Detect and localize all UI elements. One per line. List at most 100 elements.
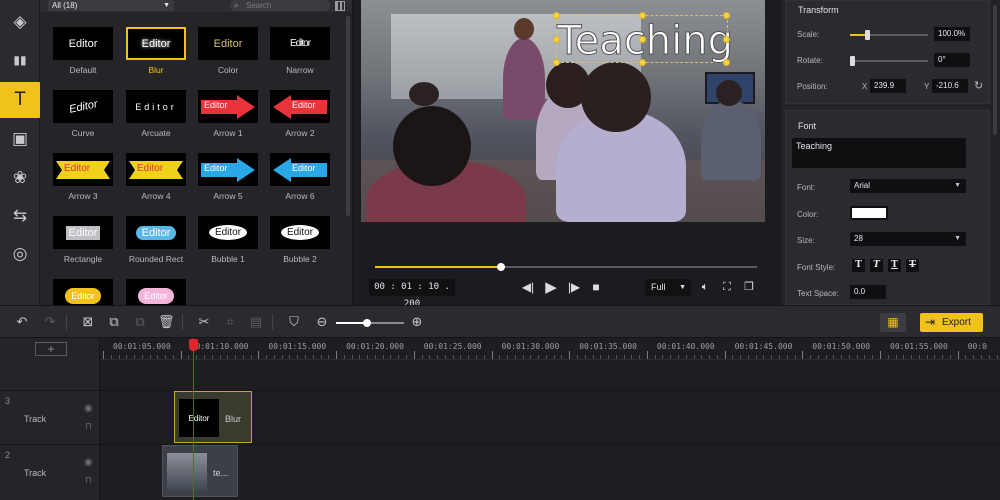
- template-rounded-rect[interactable]: Editor Rounded Rect: [126, 216, 198, 264]
- template-arrow-2[interactable]: Editor Arrow 2: [270, 90, 342, 138]
- crop-icon[interactable]: ⌗: [222, 314, 238, 330]
- italic-button[interactable]: T: [870, 259, 883, 272]
- timeline-zoom-knob[interactable]: [363, 319, 372, 327]
- time-ruler[interactable]: 00:01:05.000 00:01:10.000 00:01:15.000 00:0…: [101, 338, 1000, 360]
- video-preview[interactable]: Teaching: [361, 0, 765, 222]
- resize-handle[interactable]: [553, 36, 560, 43]
- template-arrow-5[interactable]: Editor Arrow 5: [198, 153, 270, 201]
- position-y-input[interactable]: -210.6: [932, 79, 968, 93]
- split-scissors-icon[interactable]: ✂: [196, 314, 212, 330]
- text-space-input[interactable]: 0.0: [850, 285, 886, 299]
- underline-button[interactable]: T: [888, 259, 901, 272]
- paste-icon[interactable]: ⧉: [132, 314, 148, 330]
- freeze-frame-icon[interactable]: ▤: [248, 314, 264, 330]
- eye-icon[interactable]: ◉: [84, 457, 93, 468]
- template-default[interactable]: Editor Default: [53, 27, 125, 75]
- redo-icon[interactable]: ↷: [42, 314, 58, 330]
- template-sample-text: Editor: [65, 287, 101, 304]
- search-input[interactable]: ⌕ Search: [230, 0, 330, 11]
- template-blur[interactable]: Editor Blur: [126, 27, 198, 75]
- add-track-button[interactable]: +: [35, 342, 67, 356]
- template-rectangle[interactable]: Editor Rectangle: [53, 216, 125, 264]
- resize-handle[interactable]: [553, 59, 560, 66]
- template-bubble-2[interactable]: Editor Bubble 2: [270, 216, 342, 264]
- template-narrow[interactable]: Editor Narrow: [270, 27, 342, 75]
- lock-icon[interactable]: ⊓: [85, 475, 92, 486]
- resize-handle[interactable]: [553, 12, 560, 19]
- zoom-out-icon[interactable]: ⊖: [314, 314, 330, 330]
- template-arcuate[interactable]: Editor Arcuate: [126, 90, 198, 138]
- playhead[interactable]: [193, 338, 194, 500]
- prev-frame-icon[interactable]: ◀|: [521, 279, 535, 296]
- undo-icon[interactable]: ↶: [14, 314, 30, 330]
- text-overlay-selection[interactable]: Teaching: [553, 12, 733, 66]
- snapshot-settings-icon[interactable]: ▦: [880, 313, 906, 332]
- font-family-select[interactable]: Arial ▼: [850, 179, 966, 193]
- template-arrow-3[interactable]: Editor Arrow 3: [53, 153, 125, 201]
- template-cloud-2[interactable]: Editor: [126, 279, 198, 305]
- seek-bar[interactable]: [375, 263, 757, 271]
- stop-icon[interactable]: ■: [589, 279, 603, 296]
- preview-zoom-select[interactable]: Full ▼: [645, 279, 691, 296]
- zoom-in-icon[interactable]: ⊕: [409, 314, 425, 330]
- resize-handle[interactable]: [723, 12, 730, 19]
- timeline-zoom-slider[interactable]: [336, 319, 404, 327]
- seek-knob[interactable]: [497, 263, 506, 271]
- template-color[interactable]: Editor Color: [198, 27, 270, 75]
- font-size-select[interactable]: 28 ▼: [850, 232, 966, 246]
- reset-position-icon[interactable]: ↻: [974, 79, 983, 92]
- template-arrow-1[interactable]: Editor Arrow 1: [198, 90, 270, 138]
- media-icon[interactable]: ◈: [0, 4, 40, 40]
- text-clip[interactable]: Editor Blur: [174, 391, 252, 443]
- export-button[interactable]: ⇥ Export: [920, 313, 983, 332]
- text-content-input[interactable]: Teaching: [792, 138, 966, 168]
- template-arrow-6[interactable]: Editor Arrow 6: [270, 153, 342, 201]
- snapshot-icon[interactable]: ❐: [741, 279, 757, 296]
- eye-icon[interactable]: ◉: [84, 403, 93, 414]
- resize-handle[interactable]: [723, 36, 730, 43]
- marker-icon[interactable]: ⛉: [286, 314, 302, 330]
- text-icon[interactable]: T: [0, 82, 40, 118]
- volume-icon[interactable]: 🔈︎: [697, 279, 713, 296]
- scale-slider[interactable]: [850, 30, 928, 40]
- template-sample-text: Editor: [138, 287, 174, 304]
- delete-clip-icon[interactable]: ⊠: [80, 314, 96, 330]
- video-clip[interactable]: te...: [162, 445, 238, 497]
- sticker-icon[interactable]: ◎: [0, 236, 40, 272]
- template-bubble-1[interactable]: Editor Bubble 1: [198, 216, 270, 264]
- audio-icon[interactable]: ▮▮: [0, 42, 40, 78]
- template-curve[interactable]: Editor Curve: [53, 90, 125, 138]
- library-scrollbar[interactable]: [346, 16, 350, 216]
- next-frame-icon[interactable]: |▶: [567, 279, 581, 296]
- effects-icon[interactable]: ⇆: [0, 198, 40, 234]
- scale-slider-knob[interactable]: [865, 30, 871, 40]
- template-arrow-4[interactable]: Editor Arrow 4: [126, 153, 198, 201]
- rotate-handle[interactable]: [639, 36, 646, 43]
- filter-icon[interactable]: ❀: [0, 160, 40, 196]
- resize-handle[interactable]: [723, 59, 730, 66]
- trash-icon[interactable]: 🗑︎: [158, 314, 175, 330]
- grid-view-icon[interactable]: [335, 1, 345, 11]
- lock-icon[interactable]: ⊓: [85, 421, 92, 432]
- properties-scrollbar[interactable]: [993, 5, 997, 135]
- search-icon: ⌕: [234, 1, 239, 10]
- rotate-input[interactable]: 0°: [934, 53, 970, 67]
- rotate-slider-knob[interactable]: [850, 56, 855, 66]
- resize-handle[interactable]: [639, 12, 646, 19]
- rotate-slider[interactable]: [850, 56, 928, 66]
- playhead-handle[interactable]: [189, 339, 198, 351]
- scale-input[interactable]: 100.0%: [934, 27, 970, 41]
- category-filter[interactable]: All (18) ▼: [48, 0, 174, 11]
- copy-icon[interactable]: ⧉: [106, 314, 122, 330]
- resize-handle[interactable]: [639, 59, 646, 66]
- position-x-input[interactable]: 239.9: [870, 79, 906, 93]
- template-cloud-1[interactable]: Editor: [53, 279, 125, 305]
- fullscreen-icon[interactable]: ⛶: [719, 279, 735, 296]
- template-thumb: Editor: [126, 90, 186, 123]
- font-color-swatch[interactable]: [850, 206, 888, 220]
- strikethrough-button[interactable]: T: [906, 259, 919, 272]
- transition-icon[interactable]: ▣: [0, 121, 40, 157]
- student-head: [581, 62, 651, 132]
- bold-button[interactable]: T: [852, 259, 865, 272]
- play-icon[interactable]: ▶: [543, 279, 559, 296]
